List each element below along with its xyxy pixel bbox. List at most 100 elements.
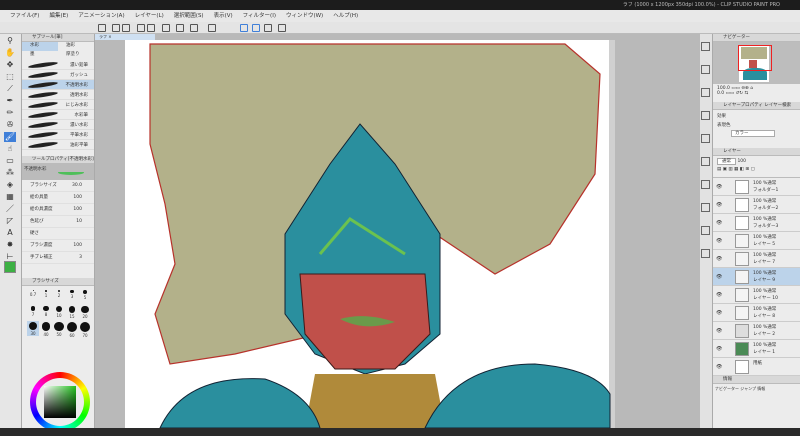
fill-icon[interactable] (176, 24, 184, 32)
brush-item[interactable]: ガッシュ (22, 70, 94, 80)
palette-toggle-icon[interactable] (701, 226, 710, 235)
brush-size-item[interactable]: 10 (53, 305, 65, 320)
artwork-canvas[interactable] (95, 34, 700, 429)
brush-item[interactable]: 平筆水彩 (22, 130, 94, 140)
visibility-eye-icon[interactable]: 👁 (716, 184, 722, 190)
brush-size-item[interactable]: 15 (66, 305, 78, 320)
layer-row[interactable]: 👁 100 %通常 レイヤー 1 (713, 340, 800, 358)
group-tab[interactable]: 厚塗り (58, 51, 94, 60)
brush-tool-icon[interactable]: 🖌 (4, 132, 16, 142)
canvas-tab[interactable]: ラフ × (95, 34, 155, 40)
canvas-area[interactable] (95, 34, 700, 429)
undo-icon[interactable] (137, 24, 145, 32)
text-tool-icon[interactable]: A (4, 228, 16, 238)
brush-item[interactable]: 濃い水彩 (22, 120, 94, 130)
palette-toggle-icon[interactable] (701, 157, 710, 166)
group-tab[interactable]: 水彩 (22, 42, 58, 51)
color-wheel[interactable] (30, 372, 90, 432)
menu-selection[interactable]: 選択範囲(S) (174, 10, 204, 22)
visibility-eye-icon[interactable]: 👁 (716, 364, 722, 370)
layer-row[interactable]: 👁 100 %通常 レイヤー 7 (713, 250, 800, 268)
save-icon[interactable] (122, 24, 130, 32)
layer-row[interactable]: 👁 100 %通常 フォルダー1 (713, 178, 800, 196)
menu-layer[interactable]: レイヤー(L) (135, 10, 164, 22)
visibility-eye-icon[interactable]: 👁 (716, 220, 722, 226)
property-row[interactable]: ブラシサイズ 30.0 (22, 180, 94, 192)
brush-size-item[interactable]: 8 (40, 305, 52, 320)
pen-tool-icon[interactable]: ✒ (4, 96, 16, 106)
figure-tool-icon[interactable]: ／ (4, 204, 16, 214)
airbrush-tool-icon[interactable]: ✇ (4, 120, 16, 130)
visibility-eye-icon[interactable]: 👁 (716, 328, 722, 334)
eraser-tool-icon[interactable]: ▭ (4, 156, 16, 166)
layer-row[interactable]: 👁 100 %通常 レイヤー 9 (713, 268, 800, 286)
frame-tool-icon[interactable]: ◸ (4, 216, 16, 226)
settings-icon[interactable] (278, 24, 286, 32)
brush-size-item[interactable]: 0.7 (27, 289, 39, 304)
palette-toggle-icon[interactable] (701, 65, 710, 74)
menu-help[interactable]: ヘルプ(H) (333, 10, 358, 22)
pencil-tool-icon[interactable]: ✏ (4, 108, 16, 118)
new-icon[interactable] (98, 24, 106, 32)
decoration-tool-icon[interactable]: ⁂ (4, 168, 16, 178)
select-tool-icon[interactable]: ⬚ (4, 72, 16, 82)
layer-row[interactable]: 👁 100 %通常 レイヤー 10 (713, 286, 800, 304)
layer-row[interactable]: 👁 100 %通常 フォルダー2 (713, 196, 800, 214)
eyedropper-tool-icon[interactable]: ⟋ (4, 84, 16, 94)
snap-ruler-icon[interactable] (240, 24, 248, 32)
brush-size-item[interactable]: 40 (40, 321, 52, 337)
menu-edit[interactable]: 編集(E) (49, 10, 68, 22)
menu-window[interactable]: ウィンドウ(W) (286, 10, 323, 22)
visibility-eye-icon[interactable]: 👁 (716, 346, 722, 352)
menu-filter[interactable]: フィルター(I) (243, 10, 276, 22)
brush-size-item[interactable]: 3 (66, 289, 78, 304)
expression-select[interactable]: カラー (731, 130, 775, 137)
property-row[interactable]: 色延び 10 (22, 216, 94, 228)
menu-file[interactable]: ファイル(F) (10, 10, 39, 22)
visibility-eye-icon[interactable]: 👁 (716, 238, 722, 244)
zoom-tool-icon[interactable]: ⚲ (4, 36, 16, 46)
balloon-tool-icon[interactable]: ✸ (4, 240, 16, 250)
color-square[interactable] (44, 386, 76, 418)
palette-toggle-icon[interactable] (701, 111, 710, 120)
gradient-tool-icon[interactable]: ▦ (4, 192, 16, 202)
brush-size-item[interactable]: 7 (27, 305, 39, 320)
visibility-eye-icon[interactable]: 👁 (716, 310, 722, 316)
snap-special-icon[interactable] (264, 24, 272, 32)
brush-item[interactable]: 透明水彩 (22, 90, 94, 100)
palette-toggle-icon[interactable] (701, 249, 710, 258)
property-row[interactable]: ブラシ濃度 100 (22, 240, 94, 252)
main-color-swatch[interactable] (4, 261, 16, 273)
navigator-preview[interactable] (713, 42, 800, 84)
brush-item[interactable]: 不透明水彩 (22, 80, 94, 90)
palette-toggle-icon[interactable] (701, 134, 710, 143)
group-tab[interactable]: 墨 (22, 51, 58, 60)
visibility-eye-icon[interactable]: 👁 (716, 274, 722, 280)
property-row[interactable]: 硬さ (22, 228, 94, 240)
brush-size-item[interactable]: 50 (53, 321, 65, 337)
snap-grid-icon[interactable] (252, 24, 260, 32)
visibility-eye-icon[interactable]: 👁 (716, 292, 722, 298)
palette-toggle-icon[interactable] (701, 88, 710, 97)
property-row[interactable]: 手ブレ補正 3 (22, 252, 94, 264)
palette-toggle-icon[interactable] (701, 203, 710, 212)
layer-row[interactable]: 👁 100 %通常 レイヤー 2 (713, 322, 800, 340)
brush-item[interactable]: 水彩筆 (22, 110, 94, 120)
brush-size-item[interactable]: 30 (27, 321, 39, 336)
property-row[interactable]: 絵の具量 100 (22, 192, 94, 204)
blend-tool-icon[interactable]: ☝ (4, 144, 16, 154)
brush-item[interactable]: にじみ水彩 (22, 100, 94, 110)
redo-icon[interactable] (147, 24, 155, 32)
menu-view[interactable]: 表示(V) (214, 10, 233, 22)
property-row[interactable]: 絵の具濃度 100 (22, 204, 94, 216)
visibility-eye-icon[interactable]: 👁 (716, 256, 722, 262)
brush-size-item[interactable]: 5 (79, 289, 91, 304)
palette-toggle-icon[interactable] (701, 180, 710, 189)
brush-size-item[interactable]: 70 (79, 321, 91, 338)
blend-mode-select[interactable]: 通常 (717, 158, 736, 165)
brush-size-item[interactable]: 60 (66, 321, 78, 338)
menu-animation[interactable]: アニメーション(A) (78, 10, 124, 22)
visibility-eye-icon[interactable]: 👁 (716, 202, 722, 208)
open-icon[interactable] (112, 24, 120, 32)
hand-tool-icon[interactable]: ✋ (4, 48, 16, 58)
